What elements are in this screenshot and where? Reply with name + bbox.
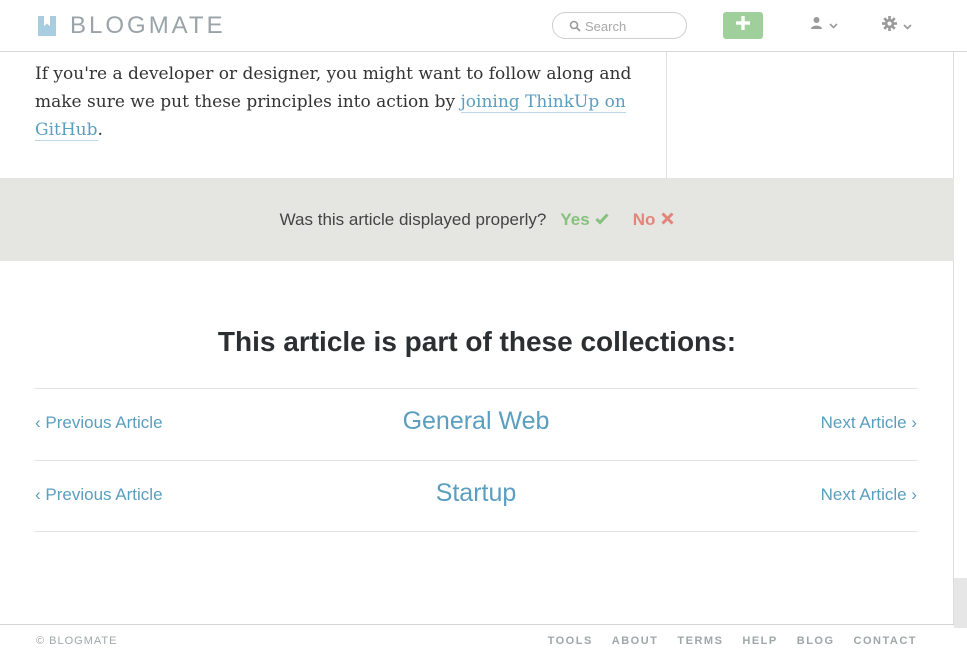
sidebar-column — [666, 52, 954, 178]
collection-name-link[interactable]: General Web — [403, 407, 550, 435]
search-input[interactable] — [585, 17, 680, 35]
add-button[interactable] — [723, 12, 763, 39]
article-paragraph: If you're a developer or designer, you m… — [35, 60, 645, 144]
feedback-bar: Was this article displayed properly? Yes… — [0, 178, 954, 261]
close-icon — [661, 210, 674, 230]
next-article-link[interactable]: Next Article › — [821, 485, 917, 505]
no-label: No — [632, 209, 656, 229]
search-icon — [569, 19, 581, 37]
search-box[interactable] — [552, 12, 687, 39]
yes-label: Yes — [560, 209, 590, 229]
copyright-text: © BLOGMATE — [36, 635, 118, 647]
article-text-end: . — [97, 120, 103, 140]
footer-link-help[interactable]: HELP — [742, 635, 777, 647]
chevron-down-icon — [903, 17, 912, 35]
feedback-question: Was this article displayed properly? — [279, 209, 547, 229]
scrollbar-track[interactable] — [954, 578, 967, 628]
user-menu-button[interactable] — [810, 16, 838, 34]
gear-icon — [882, 16, 897, 36]
collection-name-wrap: General Web — [35, 407, 917, 436]
footer-link-about[interactable]: ABOUT — [612, 635, 659, 647]
bookmark-logo-icon — [38, 16, 56, 36]
collection-name-link[interactable]: Startup — [436, 479, 517, 507]
chevron-down-icon — [829, 16, 838, 34]
user-icon — [810, 16, 823, 34]
footer-link-tools[interactable]: TOOLS — [548, 635, 593, 647]
top-header: BLOGMATE — [0, 0, 967, 52]
no-button[interactable]: No — [633, 210, 675, 230]
collection-row: ‹ Previous Article Startup Next Article … — [35, 460, 917, 532]
footer-link-terms[interactable]: TERMS — [677, 635, 723, 647]
plus-icon — [736, 16, 750, 35]
previous-article-link[interactable]: ‹ Previous Article — [35, 485, 163, 505]
previous-article-link[interactable]: ‹ Previous Article — [35, 413, 163, 433]
settings-menu-button[interactable] — [882, 16, 912, 36]
next-article-link[interactable]: Next Article › — [821, 413, 917, 433]
page-footer: © BLOGMATE TOOLS ABOUT TERMS HELP BLOG C… — [0, 624, 954, 657]
footer-link-contact[interactable]: CONTACT — [854, 635, 917, 647]
checkmark-icon — [595, 210, 609, 230]
collection-name-wrap: Startup — [35, 479, 917, 508]
footer-link-blog[interactable]: BLOG — [797, 635, 835, 647]
collection-row: ‹ Previous Article General Web Next Arti… — [35, 388, 917, 460]
yes-button[interactable]: Yes — [560, 209, 609, 230]
collections-heading: This article is part of these collection… — [217, 326, 737, 357]
logo-text: BLOGMATE — [70, 12, 226, 39]
logo[interactable]: BLOGMATE — [38, 12, 226, 40]
footer-nav: TOOLS ABOUT TERMS HELP BLOG CONTACT — [548, 635, 917, 647]
